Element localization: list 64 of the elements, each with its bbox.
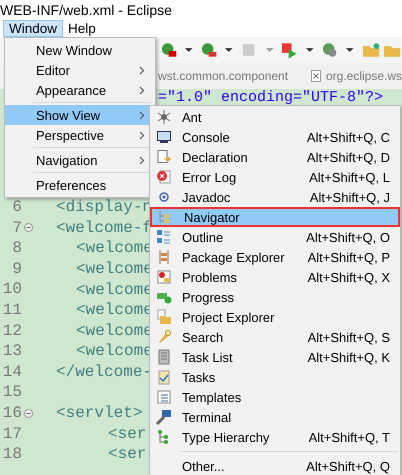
menu-item[interactable]: Outline Alt+Shift+Q, O [150, 227, 400, 247]
menu-item[interactable]: Other... Alt+Shift+Q, Q [150, 456, 400, 475]
line-number: 13 [2, 341, 22, 362]
menu-item[interactable]: Task List Alt+Shift+Q, K [150, 347, 400, 367]
menu-item[interactable]: Editor [5, 60, 155, 80]
code-line: <welcome [76, 239, 153, 258]
code-line: <display-n [56, 198, 152, 216]
menu-bar-item[interactable]: Window [3, 20, 64, 37]
template-icon [156, 389, 172, 405]
code-line: <welcome [76, 260, 153, 278]
menu-item[interactable]: Progress [150, 287, 400, 307]
line-number: 16 [2, 402, 22, 424]
code-line: <welcome [76, 280, 153, 299]
menu-item[interactable]: Templates [150, 387, 400, 407]
window-title: WEB-INF/web.xml - Eclipse [0, 1, 173, 20]
line-number: 14 [2, 362, 22, 382]
menu-item[interactable]: Package Explorer Alt+Shift+Q, P [150, 247, 400, 267]
clipboard-icon [156, 369, 172, 385]
line-number: 15 [2, 382, 22, 403]
menu-item[interactable]: Terminal [150, 407, 400, 427]
menu-item[interactable]: Javadoc Alt+Shift+Q, J [150, 187, 400, 207]
editor-tab[interactable]: org.eclipse.ws [326, 69, 402, 83]
code-line: ="1.0" encoding="UTF-8"?> [158, 89, 384, 106]
problems-icon [156, 269, 172, 285]
code-line: <welcome [76, 342, 153, 360]
line-number: 7 [11, 218, 22, 238]
code-line: <welcome [76, 301, 153, 320]
line-number: 8 [11, 238, 22, 259]
menu-item[interactable]: Search Alt+Shift+Q, S [150, 327, 400, 347]
xml-file-icon [311, 69, 321, 83]
folder-icon [156, 309, 172, 325]
menu-item[interactable]: Declaration Alt+Shift+Q, D [150, 147, 400, 167]
menu-item[interactable]: Problems Alt+Shift+Q, X [150, 267, 400, 287]
menu-item[interactable]: Project Explorer [150, 307, 400, 327]
menu-item[interactable]: Appearance [5, 80, 155, 100]
document-icon [156, 149, 172, 165]
line-number: 9 [11, 258, 22, 280]
menu-item[interactable]: Tasks [150, 367, 400, 387]
code-line: <welcome [76, 322, 153, 340]
code-line: </welcome- [56, 363, 152, 382]
monitor-icon [156, 129, 172, 145]
code-line: <welcome-f [56, 218, 152, 237]
menu-bar-item[interactable]: Help [63, 20, 101, 37]
code-line: <ser [108, 445, 146, 464]
line-number: 10 [2, 279, 22, 300]
outline-icon [156, 229, 172, 245]
folder-icon[interactable] [362, 41, 381, 59]
menu-item[interactable]: Console Alt+Shift+Q, C [150, 127, 400, 147]
code-line: <ser [108, 424, 146, 443]
editor-tab[interactable]: wst.common.component [158, 69, 288, 83]
error-icon [156, 169, 172, 185]
collapse-icon[interactable] [24, 223, 32, 232]
task-list-icon [156, 349, 172, 365]
line-number: 6 [11, 197, 22, 218]
code-line: <servlet> [56, 404, 142, 422]
collapse-icon[interactable] [24, 408, 32, 418]
line-number: 17 [2, 424, 22, 444]
line-number: 11 [2, 300, 22, 321]
terminal-icon [156, 409, 172, 425]
menu-item[interactable]: Type Hierarchy Alt+Shift+Q, T [150, 427, 400, 447]
menu-item[interactable]: Error Log Alt+Shift+Q, L [150, 167, 400, 187]
line-number: 18 [2, 444, 22, 465]
menu-item[interactable]: Navigator [150, 207, 400, 227]
line-number: 12 [2, 320, 22, 342]
